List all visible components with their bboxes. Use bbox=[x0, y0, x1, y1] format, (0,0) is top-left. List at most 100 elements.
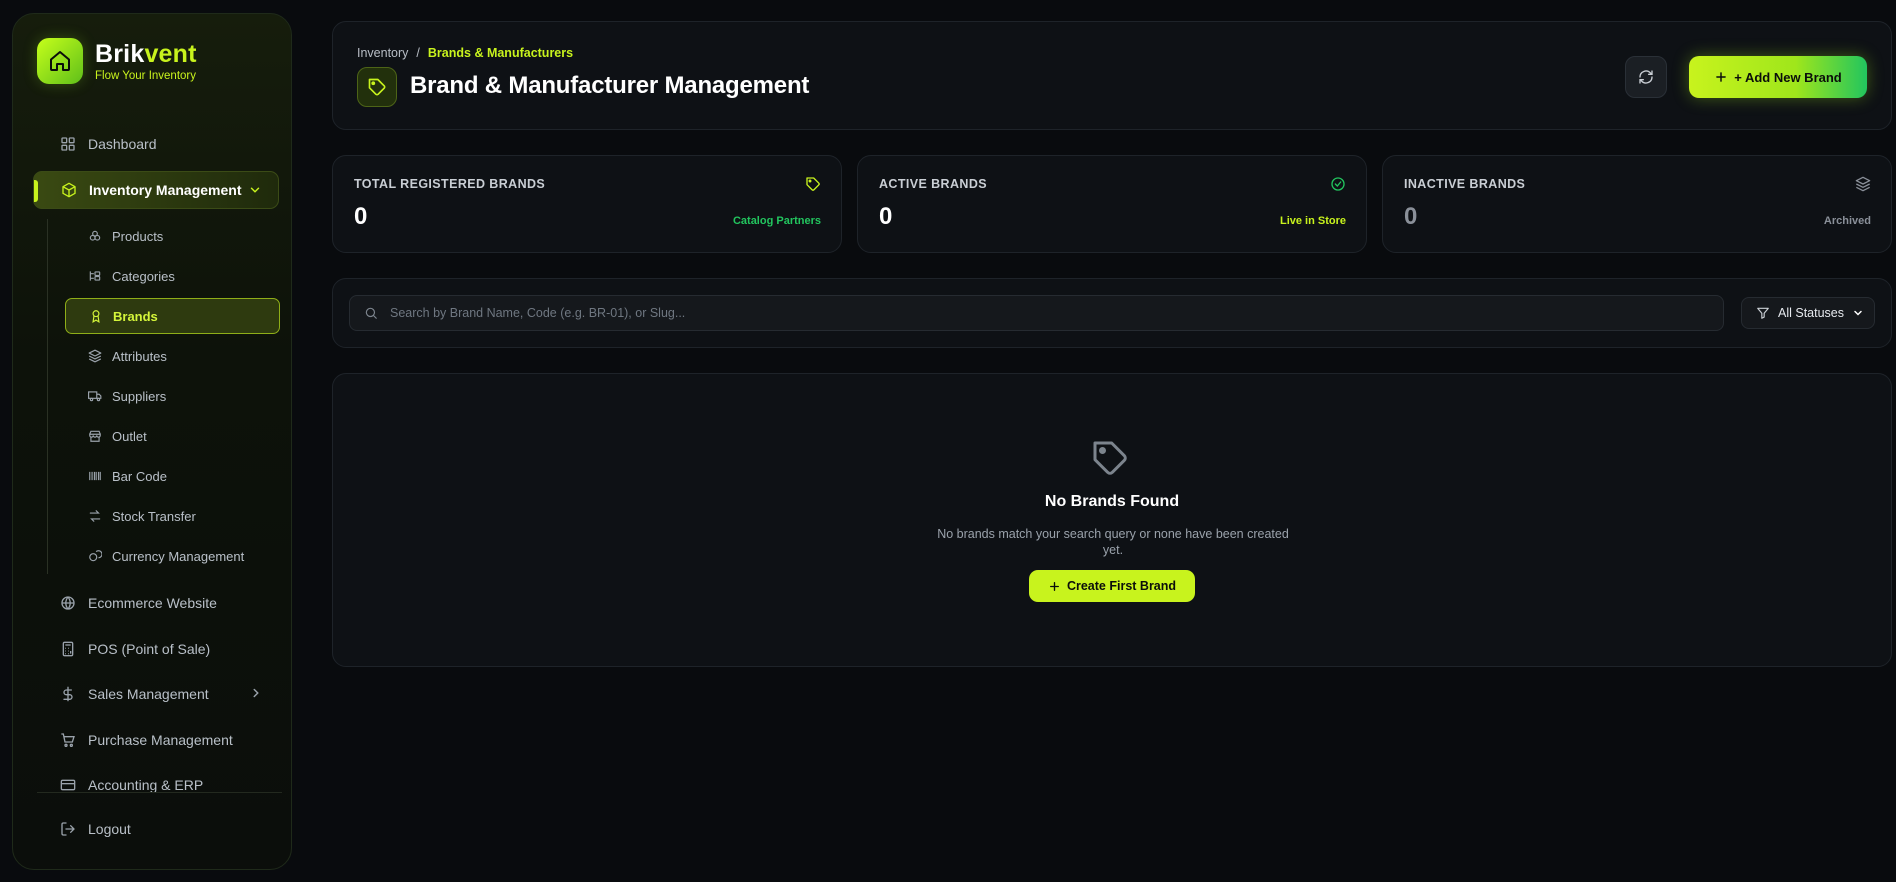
categories-icon bbox=[88, 269, 102, 283]
stat-caption: Archived bbox=[1823, 215, 1871, 227]
plus-icon bbox=[1050, 581, 1059, 591]
stat-value: 0 bbox=[1404, 203, 1418, 230]
brand-name: Brikvent bbox=[95, 40, 197, 68]
grid-icon bbox=[59, 136, 76, 153]
sidebar-item-label: Currency Management bbox=[112, 548, 245, 564]
nav-item-label: Sales Management bbox=[88, 686, 209, 702]
breadcrumb-current: Brands & Manufacturers bbox=[427, 46, 574, 60]
search-input[interactable] bbox=[390, 306, 1690, 320]
transfer-icon bbox=[88, 509, 102, 523]
sidebar-item-label: Bar Code bbox=[112, 468, 167, 484]
card-icon bbox=[59, 777, 76, 794]
sidebar-item-label: Categories bbox=[112, 268, 175, 284]
nav-item-dashboard[interactable]: Dashboard bbox=[33, 125, 279, 163]
chevron-down-icon bbox=[1854, 310, 1862, 316]
stat-label: INACTIVE BRANDS bbox=[1404, 177, 1526, 191]
products-icon bbox=[88, 229, 102, 243]
nav-item-label: Accounting & ERP bbox=[88, 777, 204, 793]
sidebar-divider bbox=[37, 792, 282, 793]
sidebar-item-label: Suppliers bbox=[112, 388, 167, 404]
sidebar-item-label: Stock Transfer bbox=[112, 508, 196, 524]
refresh-icon bbox=[1639, 70, 1653, 84]
sidebar-item-label: Products bbox=[112, 228, 164, 244]
create-first-brand-button[interactable]: Create First Brand bbox=[1029, 570, 1195, 602]
tag-icon bbox=[806, 177, 820, 191]
page-header: Inventory / Brands & Manufacturers Brand… bbox=[332, 21, 1892, 130]
calculator-icon bbox=[59, 641, 76, 658]
brands-empty-state: No Brands Found No brands match your sea… bbox=[332, 373, 1892, 667]
nav-item-label: Inventory Management bbox=[89, 182, 242, 198]
nav-item-pos[interactable]: POS (Point of Sale) bbox=[33, 630, 279, 668]
sidebar-item-suppliers[interactable]: Suppliers bbox=[65, 378, 280, 414]
breadcrumb-root[interactable]: Inventory bbox=[357, 46, 408, 60]
sidebar-item-products[interactable]: Products bbox=[65, 218, 280, 254]
logout-label: Logout bbox=[88, 821, 131, 837]
box-icon bbox=[60, 182, 77, 199]
add-new-brand-button[interactable]: + Add New Brand bbox=[1689, 56, 1867, 98]
status-filter-select[interactable]: All Statuses bbox=[1741, 297, 1875, 329]
sidebar-item-currency-management[interactable]: Currency Management bbox=[65, 538, 280, 574]
sidebar-item-label: Outlet bbox=[112, 428, 147, 444]
sidebar-item-outlet[interactable]: Outlet bbox=[65, 418, 280, 454]
barcode-icon bbox=[88, 469, 102, 483]
sidebar-item-attributes[interactable]: Attributes bbox=[65, 338, 280, 374]
brand-logo[interactable]: Brikvent Flow Your Inventory bbox=[37, 38, 197, 84]
sidebar-item-brands[interactable]: Brands bbox=[65, 298, 280, 334]
empty-state-title: No Brands Found bbox=[1044, 493, 1180, 510]
check-circle-icon bbox=[1331, 177, 1345, 191]
sidebar-item-categories[interactable]: Categories bbox=[65, 258, 280, 294]
stat-card-total-brands: TOTAL REGISTERED BRANDS 0 Catalog Partne… bbox=[332, 155, 842, 253]
logout-icon bbox=[59, 821, 76, 838]
search-field[interactable] bbox=[349, 295, 1724, 331]
stat-caption: Catalog Partners bbox=[732, 215, 821, 227]
coins-icon bbox=[88, 549, 102, 563]
search-bar: All Statuses bbox=[332, 278, 1892, 348]
nav-item-label: Dashboard bbox=[88, 136, 157, 152]
page-title: Brand & Manufacturer Management bbox=[410, 72, 810, 99]
chevron-down-icon bbox=[250, 187, 260, 193]
layers-icon bbox=[88, 349, 102, 363]
sidebar: Brikvent Flow Your Inventory Dashboard I… bbox=[12, 13, 292, 870]
sidebar-item-label: Attributes bbox=[112, 348, 167, 364]
stat-value: 0 bbox=[879, 203, 893, 230]
dollar-icon bbox=[59, 686, 76, 703]
sidebar-item-bar-code[interactable]: Bar Code bbox=[65, 458, 280, 494]
stat-card-active-brands: ACTIVE BRANDS 0 Live in Store bbox=[857, 155, 1367, 253]
nav-item-inventory-management[interactable]: Inventory Management bbox=[33, 171, 279, 209]
nav-item-label: Ecommerce Website bbox=[88, 595, 217, 611]
nav-item-sales-management[interactable]: Sales Management bbox=[33, 675, 279, 713]
stat-label: ACTIVE BRANDS bbox=[879, 177, 987, 191]
store-icon bbox=[88, 429, 102, 443]
nav-item-ecommerce-website[interactable]: Ecommerce Website bbox=[33, 584, 279, 622]
tag-icon bbox=[357, 67, 397, 107]
refresh-button[interactable] bbox=[1625, 56, 1667, 98]
breadcrumb: Inventory / Brands & Manufacturers bbox=[357, 46, 573, 60]
tag-icon bbox=[1093, 441, 1127, 475]
logout-button[interactable]: Logout bbox=[33, 810, 279, 848]
nav-item-accounting-erp[interactable]: Accounting & ERP bbox=[33, 766, 279, 804]
globe-icon bbox=[59, 595, 76, 612]
cart-icon bbox=[59, 732, 76, 749]
nav-item-purchase-management[interactable]: Purchase Management bbox=[33, 721, 279, 759]
truck-icon bbox=[88, 389, 102, 403]
sidebar-item-stock-transfer[interactable]: Stock Transfer bbox=[65, 498, 280, 534]
sidebar-item-label: Brands bbox=[113, 308, 158, 324]
empty-state-description: No brands match your search query or non… bbox=[937, 527, 1289, 557]
breadcrumb-separator: / bbox=[416, 46, 420, 60]
stat-label: TOTAL REGISTERED BRANDS bbox=[354, 177, 546, 191]
stat-value: 0 bbox=[354, 203, 368, 230]
chevron-right-icon bbox=[253, 688, 259, 698]
brand-badge-icon bbox=[89, 309, 103, 323]
plus-icon bbox=[1716, 72, 1727, 82]
brand-tagline: Flow Your Inventory bbox=[95, 70, 197, 82]
nav-item-label: POS (Point of Sale) bbox=[88, 641, 211, 657]
submenu-guide-line bbox=[47, 219, 48, 574]
nav-item-label: Purchase Management bbox=[88, 732, 233, 748]
create-first-brand-label: Create First Brand bbox=[1066, 579, 1177, 593]
search-icon bbox=[365, 307, 377, 319]
add-new-brand-label: + Add New Brand bbox=[1734, 69, 1842, 85]
stat-caption: Live in Store bbox=[1279, 215, 1346, 227]
status-filter-value: All Statuses bbox=[1778, 306, 1845, 320]
home-logo-icon bbox=[37, 38, 83, 84]
layers-icon bbox=[1855, 176, 1871, 192]
